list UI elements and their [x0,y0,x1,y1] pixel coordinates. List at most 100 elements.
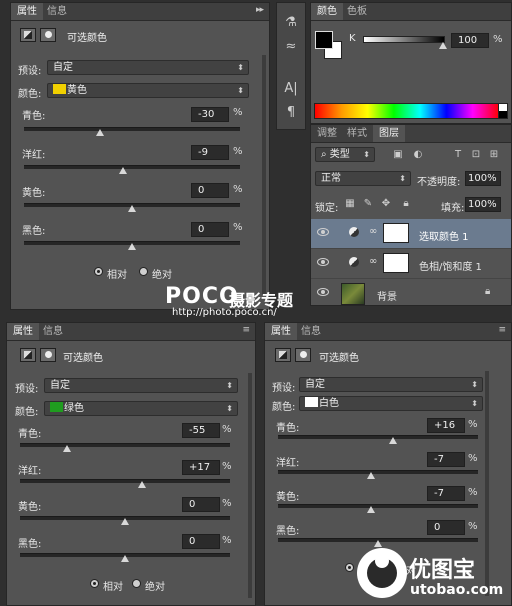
cyan-input[interactable]: -55 [182,423,220,438]
spectrum-black-white[interactable] [498,103,508,119]
magenta-input[interactable]: -7 [427,452,465,467]
visibility-eye-icon[interactable] [317,258,329,266]
tab-info[interactable]: 信息 [41,3,73,20]
magenta-slider-track[interactable] [24,165,240,169]
tab-info[interactable]: 信息 [37,323,69,340]
yellow-input[interactable]: -7 [427,486,465,501]
layer-filter-select[interactable]: ⌕ 类型 ⬍ [315,147,375,162]
magenta-slider-track[interactable] [278,470,478,474]
black-input[interactable]: 0 [191,222,229,237]
visibility-eye-icon[interactable] [317,228,329,236]
relative-radio[interactable] [94,267,103,276]
scrollbar[interactable] [262,55,266,295]
tab-properties[interactable]: 属性 [265,323,297,340]
adjust-icon[interactable]: ⚗ [280,13,302,33]
layer-row-selective-color[interactable]: ∞ 选取颜色 1 [311,219,511,249]
foreground-color-swatch[interactable] [315,31,333,49]
scrollbar[interactable] [248,373,252,598]
updown-arrow-icon: ⬍ [471,380,478,389]
yellow-slider-thumb[interactable] [128,205,136,212]
magenta-input[interactable]: +17 [182,460,220,475]
layer-mask-icon[interactable] [40,28,56,42]
cyan-slider-track[interactable] [278,435,478,439]
layer-mask-thumbnail[interactable] [383,253,409,273]
magenta-slider-thumb[interactable] [367,472,375,479]
layer-mask-thumbnail[interactable] [383,223,409,243]
black-slider-thumb[interactable] [121,555,129,562]
lock-position-icon[interactable]: ✥ [375,194,397,214]
tab-info[interactable]: 信息 [295,323,327,340]
relative-radio[interactable] [90,579,99,588]
black-input[interactable]: 0 [427,520,465,535]
filter-pixel-icon[interactable]: ▣ [387,145,409,165]
k-value-input[interactable]: 100 [451,33,489,48]
tab-color[interactable]: 颜色 [311,3,343,20]
preset-label: 预设: [18,66,42,77]
filter-smartobject-icon[interactable]: ⊞ [483,145,505,165]
layer-row-hue-saturation[interactable]: ∞ 色相/饱和度 1 [311,249,511,279]
absolute-label: 绝对 [145,582,165,593]
black-input[interactable]: 0 [182,534,220,549]
yellow-slider-thumb[interactable] [367,506,375,513]
magenta-slider-thumb[interactable] [138,481,146,488]
magenta-input[interactable]: -9 [191,145,229,160]
panel-menu-icon[interactable]: ▸▸ [256,5,264,15]
black-slider-thumb[interactable] [374,540,382,547]
tab-styles[interactable]: 样式 [341,125,373,142]
lock-all-icon[interactable]: 🔒︎ [395,194,417,214]
panel-menu-icon[interactable]: ≡ [498,325,505,335]
paragraph-icon[interactable]: ¶ [280,103,302,123]
black-slider-thumb[interactable] [128,243,136,250]
cyan-input[interactable]: +16 [427,418,465,433]
background-thumbnail[interactable] [341,283,365,305]
utobao-url: utobao.com [410,582,504,598]
tab-adjustments[interactable]: 调整 [311,125,343,142]
k-slider-track[interactable] [363,36,445,43]
yellow-input[interactable]: 0 [182,497,220,512]
color-spectrum[interactable] [314,103,500,119]
opacity-input[interactable]: 100% [465,171,501,186]
tab-swatches[interactable]: 色板 [341,3,373,20]
relative-radio[interactable] [345,563,354,572]
tab-layers[interactable]: 图层 [373,125,405,142]
layer-row-background[interactable]: 背景 🔒︎ [311,279,511,305]
color-value: 绿色 [64,403,84,414]
tab-properties[interactable]: 属性 [11,3,43,20]
preset-select[interactable]: 自定 ⬍ [44,378,238,393]
absolute-radio[interactable] [139,267,148,276]
preset-label: 预设: [272,383,296,394]
fill-input[interactable]: 100% [465,197,501,212]
color-select[interactable]: 白色 ⬍ [299,396,483,411]
yellow-input[interactable]: 0 [191,183,229,198]
yellow-slider-thumb[interactable] [121,518,129,525]
color-select[interactable]: 绿色 ⬍ [44,401,238,416]
panel-menu-icon[interactable]: ≡ [242,325,249,335]
black-unit: % [233,222,243,233]
absolute-radio[interactable] [132,579,141,588]
cyan-slider-thumb[interactable] [96,129,104,136]
brush-settings-icon[interactable]: ≈ [280,37,302,57]
scrollbar[interactable] [485,371,489,596]
cyan-slider-thumb[interactable] [389,437,397,444]
visibility-eye-icon[interactable] [317,288,329,296]
tab-properties[interactable]: 属性 [7,323,39,340]
layer-mask-icon[interactable] [40,348,56,362]
preset-select[interactable]: 自定 ⬍ [47,60,249,75]
color-select[interactable]: 黄色 ⬍ [47,83,249,98]
cyan-slider-thumb[interactable] [63,445,71,452]
magenta-slider-track[interactable] [20,479,230,483]
character-icon[interactable]: A| [280,79,302,99]
panel-tabbar: 属性 信息 ≡ [265,323,511,341]
relative-label: 相对 [103,582,123,593]
layer-mask-icon[interactable] [295,348,311,362]
yellow-slider-track[interactable] [278,504,478,508]
color-label: 颜色: [15,407,39,418]
cyan-input[interactable]: -30 [191,107,229,122]
magenta-slider-thumb[interactable] [119,167,127,174]
cyan-slider-track[interactable] [20,443,230,447]
cyan-slider-track[interactable] [24,127,240,131]
k-slider-thumb[interactable] [439,42,447,49]
filter-adjustment-icon[interactable]: ◐ [407,145,429,165]
preset-select[interactable]: 自定 ⬍ [299,377,483,392]
blend-mode-select[interactable]: 正常 ⬍ [315,171,411,186]
